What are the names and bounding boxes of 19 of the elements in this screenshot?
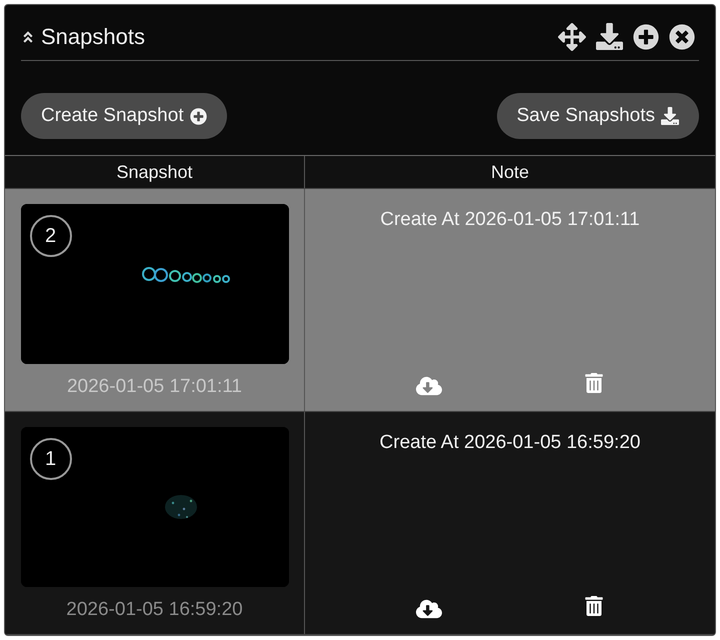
download-icon [661,107,679,125]
number-badge: 1 [30,438,72,480]
move-button[interactable] [558,22,586,50]
close-button[interactable] [669,24,695,50]
snapshot-timestamp: 2026-01-05 16:59:20 [66,599,243,621]
plus-icon [190,108,207,124]
collapse-button[interactable] [21,30,35,44]
number-badge: 2 [30,215,72,257]
column-header: Note [304,156,715,188]
note-text: Create At 2026-01-05 16:59:20 [380,432,640,454]
create-snapshot-button[interactable]: Create Snapshot [21,93,227,139]
add-button[interactable] [633,24,659,50]
panel-title: Snapshots [41,24,145,50]
download-button[interactable] [596,23,623,50]
note-text: Create At 2026-01-05 17:01:11 [380,209,640,231]
column-header: Snapshot [115,160,194,184]
snapshot-timestamp: 2026-01-05 17:01:11 [66,376,242,398]
snapshot-row[interactable]: 1 2026-01-05 16:59:20 Create At 2026-01-05 16:59:20 [5,412,715,635]
save-snapshots-button[interactable]: Save Snapshots [496,93,699,139]
